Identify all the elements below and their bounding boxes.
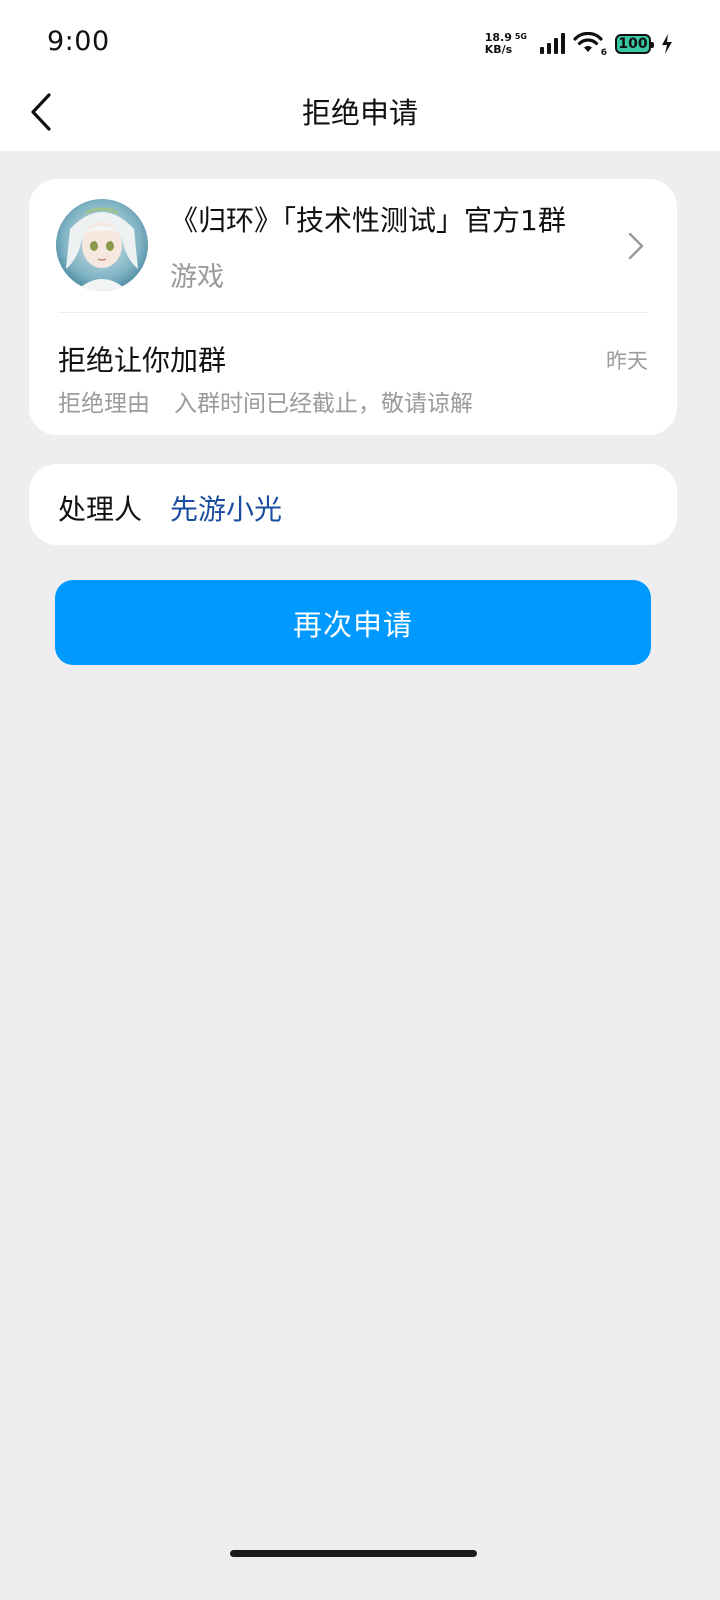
status-time: 9:00 <box>47 26 110 57</box>
reason-label: 拒绝理由 <box>58 391 150 417</box>
wifi-badge: 6 <box>600 48 607 58</box>
chevron-right-icon <box>628 232 644 260</box>
group-category: 游戏 <box>170 262 224 293</box>
group-info-row[interactable]: 《归环》「技术性测试」官方1群 游戏 <box>29 179 677 312</box>
battery-icon: 100 <box>615 34 654 54</box>
handler-name-link[interactable]: 先游小光 <box>170 488 282 528</box>
rejection-title: 拒绝让你加群 <box>58 344 227 377</box>
signal-icon <box>540 33 565 54</box>
handler-card: 处理人 先游小光 <box>29 464 677 545</box>
charging-icon <box>662 34 672 54</box>
nav-bar: 拒绝申请 <box>0 78 720 151</box>
network-generation: 5G <box>514 32 527 41</box>
rejection-card: 《归环》「技术性测试」官方1群 游戏 拒绝让你加群 昨天 拒绝理由 入群时间已经截… <box>29 179 677 435</box>
home-indicator[interactable] <box>230 1550 477 1557</box>
rejection-time: 昨天 <box>606 349 648 373</box>
network-speed: 18.9 5G KB/s <box>485 32 527 56</box>
wifi-icon: 6 <box>573 31 607 58</box>
status-bar: 9:00 18.9 5G KB/s 6 100 <box>0 0 720 78</box>
divider <box>58 312 648 313</box>
rejection-reason: 拒绝理由 入群时间已经截止，敬请谅解 <box>58 384 473 418</box>
group-avatar <box>56 199 148 291</box>
group-name: 《归环》「技术性测试」官方1群 <box>170 204 566 237</box>
reason-text: 入群时间已经截止，敬请谅解 <box>174 391 473 417</box>
network-speed-unit: KB/s <box>484 43 513 56</box>
battery-level: 100 <box>618 36 648 52</box>
status-icons: 18.9 5G KB/s 6 100 <box>485 28 674 60</box>
handler-label: 处理人 <box>58 493 143 526</box>
reapply-button[interactable]: 再次申请 <box>55 580 651 665</box>
screen: 9:00 18.9 5G KB/s 6 100 拒绝申请 《归环》「技术性测试」… <box>0 0 720 1600</box>
page-title: 拒绝申请 <box>301 96 418 130</box>
